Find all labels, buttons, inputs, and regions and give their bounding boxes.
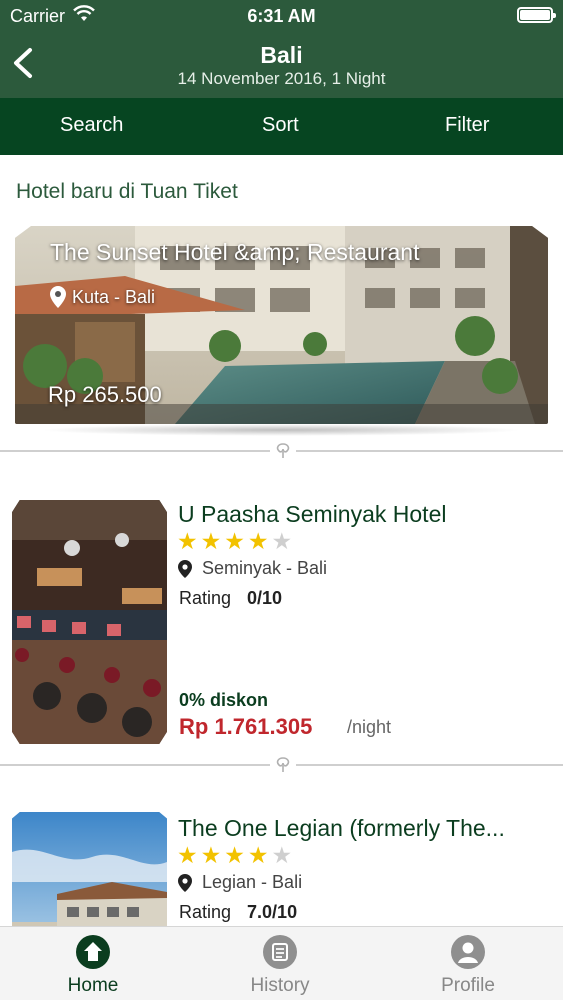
header-bar: Carrier 6:31 AM Bali 14 November 2016, 1… <box>0 0 563 98</box>
clock-label: 6:31 AM <box>247 6 316 26</box>
filter-toolbar: Search Sort Filter <box>0 98 563 155</box>
location-pin-icon <box>178 559 192 578</box>
featured-hotel-location: Kuta - Bali <box>50 286 155 308</box>
featured-location-text: Kuta - Bali <box>72 286 156 307</box>
star-icon: ★ <box>177 842 201 868</box>
tab-profile[interactable]: Profile <box>408 935 528 997</box>
hotel-photo <box>12 500 167 744</box>
status-bar: Carrier 6:31 AM <box>0 0 563 32</box>
hotel-photo <box>12 812 167 942</box>
hotel-rating: Rating 0/10 <box>179 588 282 609</box>
discount-label: 0% diskon <box>179 690 269 710</box>
hotel-name: The One Legian (formerly The... <box>178 815 505 841</box>
star-icon: ★ <box>224 528 248 554</box>
star-rating: ★★★★★ <box>177 528 295 555</box>
star-icon: ★ <box>177 528 201 554</box>
star-empty-icon: ★ <box>271 528 296 554</box>
card-shadow <box>40 424 523 436</box>
tab-home[interactable]: Home <box>33 935 153 997</box>
location-pin-icon <box>178 873 192 892</box>
hotel-photo-image <box>12 812 167 942</box>
hotel-location: Seminyak - Bali <box>178 558 327 579</box>
star-icon: ★ <box>224 842 248 868</box>
rating-value: 0/10 <box>247 588 283 608</box>
page-title: Bali <box>260 42 303 68</box>
star-rating: ★★★★★ <box>177 842 295 869</box>
home-icon <box>76 935 110 969</box>
tab-history-label: History <box>250 975 310 996</box>
history-icon <box>263 935 297 969</box>
hotel-location: Legian - Bali <box>178 872 302 893</box>
ornament-icon <box>270 442 296 460</box>
location-pin-icon <box>50 286 66 308</box>
tab-profile-label: Profile <box>441 975 495 996</box>
filter-button[interactable]: Filter <box>445 114 489 137</box>
star-empty-icon: ★ <box>271 842 296 868</box>
ornament-icon <box>270 756 296 774</box>
rating-label: Rating <box>179 902 232 922</box>
featured-hotel-price: Rp 265.500 <box>48 382 162 407</box>
featured-hotel-card[interactable]: The Sunset Hotel &amp; Restaurant Kuta -… <box>15 226 548 424</box>
tab-home-label: Home <box>67 975 119 996</box>
rating-label: Rating <box>179 588 232 608</box>
price-unit: /night <box>347 717 392 737</box>
rating-value: 7.0/10 <box>247 902 298 922</box>
section-title: Hotel baru di Tuan Tiket <box>16 180 238 203</box>
star-icon: ★ <box>200 842 225 868</box>
hotel-price: Rp 1.761.305 <box>179 714 313 739</box>
star-icon: ★ <box>247 842 272 868</box>
battery-icon <box>517 7 556 23</box>
search-button[interactable]: Search <box>60 114 123 137</box>
hotel-rating: Rating 7.0/10 <box>179 902 297 923</box>
hotel-location-text: Legian - Bali <box>202 872 303 892</box>
hotel-photo-image <box>12 500 167 744</box>
sort-button[interactable]: Sort <box>262 114 299 137</box>
hotel-location-text: Seminyak - Bali <box>202 558 328 578</box>
star-icon: ★ <box>247 528 272 554</box>
star-icon: ★ <box>200 528 225 554</box>
bottom-tab-bar: Home History Profile <box>0 926 563 1000</box>
profile-icon <box>451 935 485 969</box>
hotel-name: U Paasha Seminyak Hotel <box>178 501 447 527</box>
page-subtitle: 14 November 2016, 1 Night <box>177 69 386 88</box>
featured-hotel-name: The Sunset Hotel &amp; Restaurant <box>50 239 420 265</box>
tab-history[interactable]: History <box>220 935 340 997</box>
